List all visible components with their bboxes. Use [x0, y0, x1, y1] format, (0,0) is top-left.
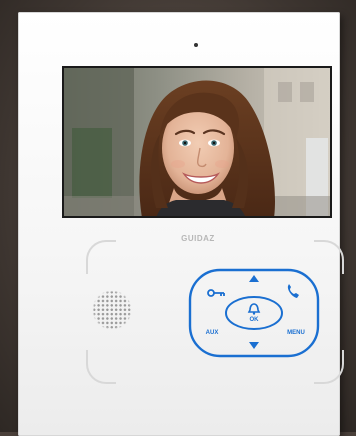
up-button[interactable]: [244, 272, 264, 286]
arrow-down-icon: [249, 342, 259, 349]
camera-lens: [194, 43, 198, 47]
down-button[interactable]: [244, 338, 264, 352]
phone-handset-icon: [287, 284, 299, 298]
intercom-monitor: GUIDAZ OK AUX MENU: [18, 12, 344, 436]
ok-label: OK: [249, 317, 259, 323]
video-feed-image: [64, 68, 330, 216]
menu-label: MENU: [287, 330, 305, 336]
frame-corner-top-left: [86, 240, 116, 274]
speaker-grille: [92, 290, 132, 330]
key-icon: [207, 289, 225, 297]
door-open-button[interactable]: [204, 284, 228, 302]
bell-icon: [247, 303, 261, 315]
frame-corner-bottom-left: [86, 350, 116, 384]
aux-label: AUX: [205, 330, 219, 336]
call-button[interactable]: [282, 282, 304, 302]
ok-button[interactable]: OK: [240, 300, 268, 326]
arrow-up-icon: [249, 275, 259, 282]
brand-logo: GUIDAZ: [181, 234, 215, 243]
aux-button[interactable]: AUX: [200, 326, 224, 340]
keypad: OK AUX MENU: [188, 268, 320, 360]
menu-button[interactable]: MENU: [282, 326, 310, 340]
video-screen: [62, 66, 332, 218]
